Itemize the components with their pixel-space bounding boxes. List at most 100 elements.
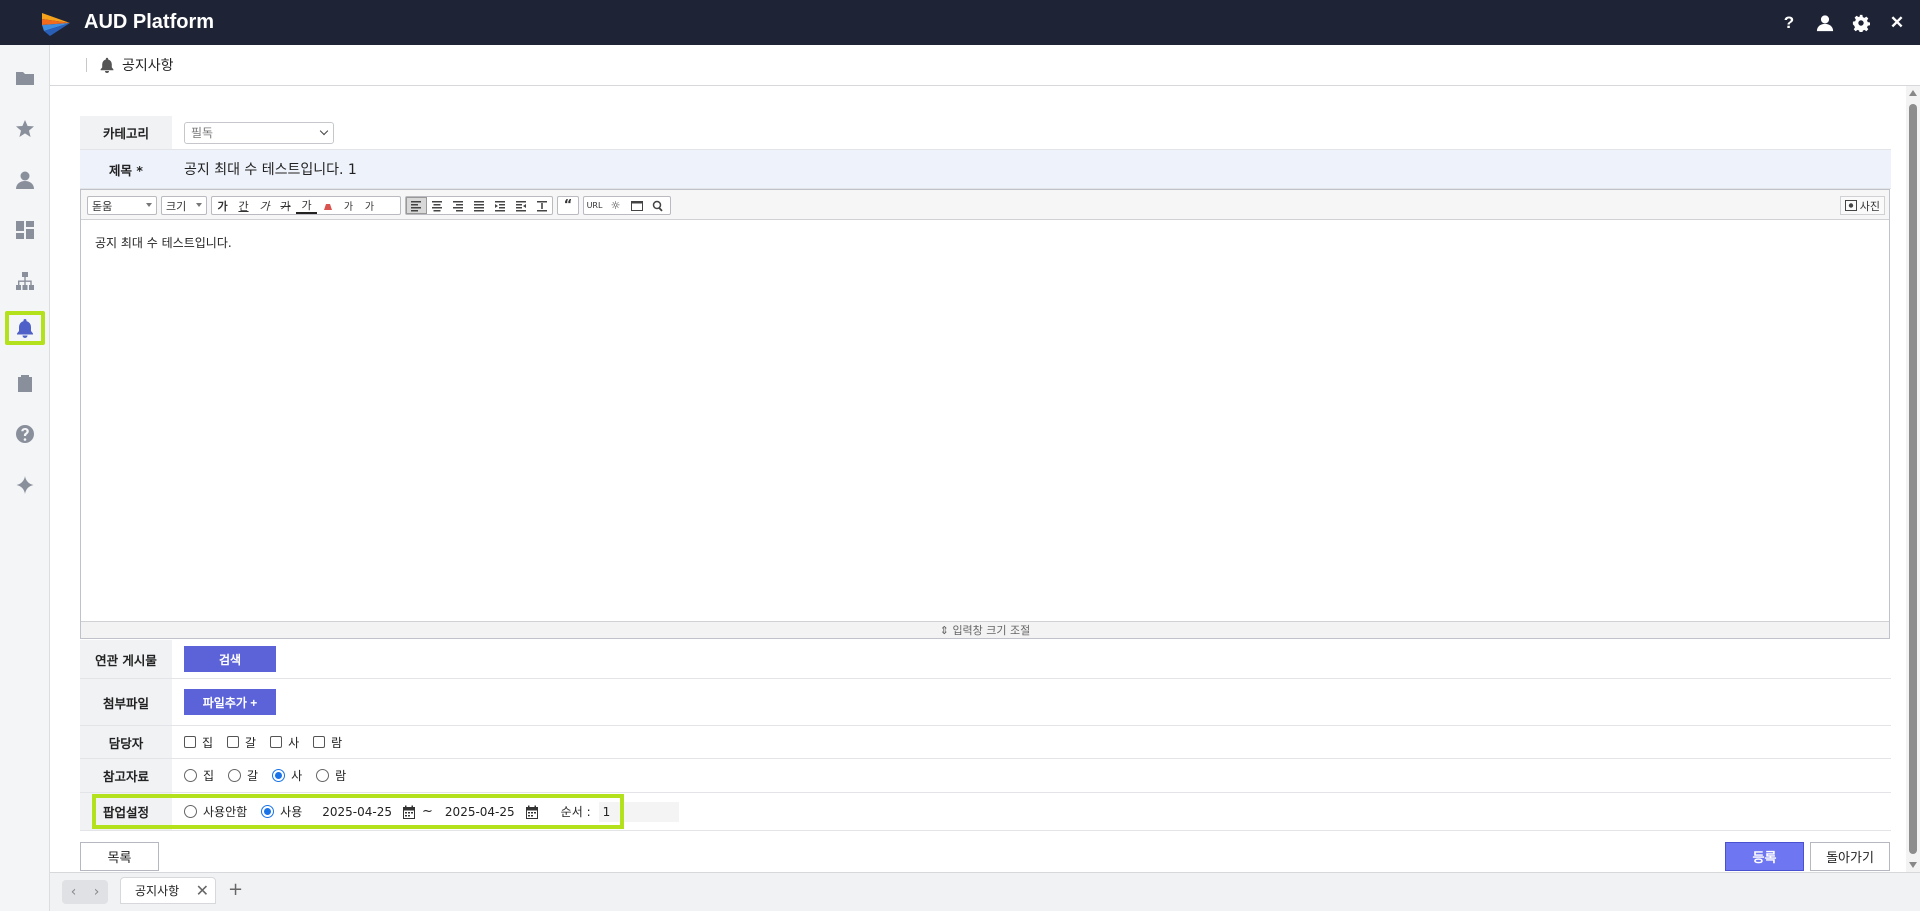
logo-mark-icon — [40, 9, 80, 37]
quote-icon[interactable]: “ — [558, 197, 578, 214]
option-label: 갈 — [247, 769, 259, 783]
editor-resize-handle[interactable]: ⇕ 입력창 크기 조절 — [81, 621, 1889, 638]
highlight-color-button[interactable] — [317, 197, 338, 214]
align-center-icon[interactable] — [427, 197, 448, 214]
checkbox[interactable] — [184, 736, 196, 748]
table-icon[interactable] — [626, 197, 647, 214]
settings-icon[interactable] — [1852, 14, 1870, 32]
calendar-icon[interactable] — [402, 805, 416, 819]
top-bar: AUD Platform ? ✕ — [0, 0, 1920, 45]
subscript-button[interactable]: 가 — [359, 197, 380, 214]
question-icon[interactable] — [5, 417, 45, 451]
italic-button[interactable]: 가 — [254, 197, 275, 214]
end-date-field[interactable]: 2025-04-25 — [445, 805, 515, 819]
reference-option-2[interactable]: 갈 — [228, 767, 258, 784]
person-icon[interactable] — [5, 163, 45, 197]
scroll-up-icon[interactable] — [1909, 90, 1917, 96]
editor-content[interactable]: 공지 최대 수 테스트입니다. — [81, 220, 1889, 620]
close-icon[interactable]: ✕ — [1888, 13, 1906, 32]
category-select[interactable]: 필독 — [184, 121, 334, 144]
dashboard-icon[interactable] — [5, 213, 45, 247]
bold-button[interactable]: 가 — [212, 197, 233, 214]
radio-selected[interactable] — [272, 769, 286, 782]
assignee-option-4[interactable]: 람 — [313, 734, 342, 751]
app-logo[interactable]: AUD Platform — [40, 0, 214, 45]
reference-option-4[interactable]: 람 — [316, 767, 346, 784]
submit-button[interactable]: 등록 — [1725, 842, 1804, 871]
search-button[interactable]: 검색 — [184, 646, 276, 672]
sparkle-icon[interactable] — [5, 468, 45, 502]
strikethrough-button[interactable]: 가 — [275, 197, 296, 214]
align-justify-icon[interactable] — [469, 197, 490, 214]
link-button[interactable]: URL — [584, 197, 605, 214]
outdent-icon[interactable] — [489, 197, 510, 214]
page-title: 공지사항 — [122, 58, 174, 74]
breadcrumb: 공지사항 — [50, 45, 1920, 86]
radio[interactable] — [184, 805, 197, 818]
option-label: 갈 — [245, 735, 257, 750]
special-char-icon[interactable]: ☼ — [605, 197, 626, 214]
category-label: 카테고리 — [80, 116, 172, 149]
indent-icon[interactable] — [510, 197, 531, 214]
superscript-button[interactable]: 가 — [338, 197, 359, 214]
popup-off-option[interactable]: 사용안함 — [184, 803, 247, 820]
attach-row: 첨부파일 파일추가 + — [80, 679, 1891, 726]
font-size-select[interactable]: 크기 — [161, 196, 207, 215]
help-icon[interactable]: ? — [1780, 13, 1798, 32]
start-date-field[interactable]: 2025-04-25 — [322, 805, 392, 819]
popup-row: 팝업설정 사용안함 사용 2025-04-25 ~ 2025-04-25 순서 … — [80, 793, 1891, 831]
line-height-icon[interactable] — [531, 197, 552, 214]
chevron-left-icon[interactable]: ‹ — [71, 884, 77, 900]
checkbox[interactable] — [270, 736, 283, 748]
checkbox[interactable] — [313, 736, 326, 748]
folder-icon[interactable] — [5, 61, 45, 95]
star-icon[interactable] — [5, 112, 45, 146]
tab-notice[interactable]: 공지사항 ✕ — [120, 877, 216, 904]
font-family-select[interactable]: 돋움 — [87, 196, 157, 215]
reference-row: 참고자료 집 갈 사 람 — [80, 759, 1891, 793]
popup-on-option[interactable]: 사용 — [261, 803, 302, 820]
editor-text: 공지 최대 수 테스트입니다. — [95, 236, 232, 250]
back-button[interactable]: 돌아가기 — [1810, 842, 1890, 871]
radio[interactable] — [228, 769, 242, 782]
option-label: 사용 — [280, 805, 303, 819]
option-label: 집 — [202, 735, 214, 750]
chevron-right-icon[interactable]: › — [94, 884, 100, 900]
assignee-option-1[interactable]: 집 — [184, 734, 213, 751]
font-family-value: 돋움 — [92, 199, 113, 213]
org-chart-icon[interactable] — [5, 264, 45, 298]
scroll-thumb[interactable] — [1909, 104, 1917, 854]
close-tab-icon[interactable]: ✕ — [196, 881, 209, 900]
resize-label: 입력창 크기 조절 — [952, 624, 1031, 637]
radio-selected[interactable] — [261, 805, 275, 818]
app-title: AUD Platform — [84, 11, 215, 33]
scroll-down-icon[interactable] — [1909, 862, 1917, 868]
checkbox[interactable] — [227, 736, 240, 748]
assignee-option-2[interactable]: 갈 — [227, 734, 256, 751]
underline-button[interactable]: 간 — [233, 197, 254, 214]
list-button[interactable]: 목록 — [80, 842, 159, 871]
align-left-icon[interactable] — [406, 197, 427, 214]
bell-icon[interactable] — [5, 311, 45, 345]
popup-label: 팝업설정 — [80, 793, 172, 830]
user-icon[interactable] — [1816, 14, 1834, 32]
order-input[interactable]: 1 — [598, 801, 679, 822]
find-icon[interactable] — [647, 197, 668, 214]
radio[interactable] — [184, 769, 197, 782]
radio[interactable] — [316, 769, 330, 782]
insert-photo-button[interactable]: 사진 — [1839, 196, 1885, 215]
calendar-icon[interactable] — [525, 805, 539, 819]
attach-label: 첨부파일 — [80, 679, 172, 725]
add-tab-icon[interactable]: + — [228, 879, 243, 900]
add-file-button[interactable]: 파일추가 + — [184, 689, 276, 715]
subject-input[interactable]: 공지 최대 수 테스트입니다. 1 — [172, 159, 1891, 179]
reference-label: 참고자료 — [80, 759, 172, 792]
align-right-icon[interactable] — [448, 197, 469, 214]
font-color-button[interactable]: 가 — [296, 197, 317, 214]
font-size-value: 크기 — [166, 199, 187, 213]
reference-option-3[interactable]: 사 — [272, 767, 302, 784]
page-scrollbar[interactable] — [1906, 86, 1920, 872]
clipboard-icon[interactable] — [5, 366, 45, 400]
reference-option-1[interactable]: 집 — [184, 767, 214, 784]
assignee-option-3[interactable]: 사 — [270, 734, 299, 751]
